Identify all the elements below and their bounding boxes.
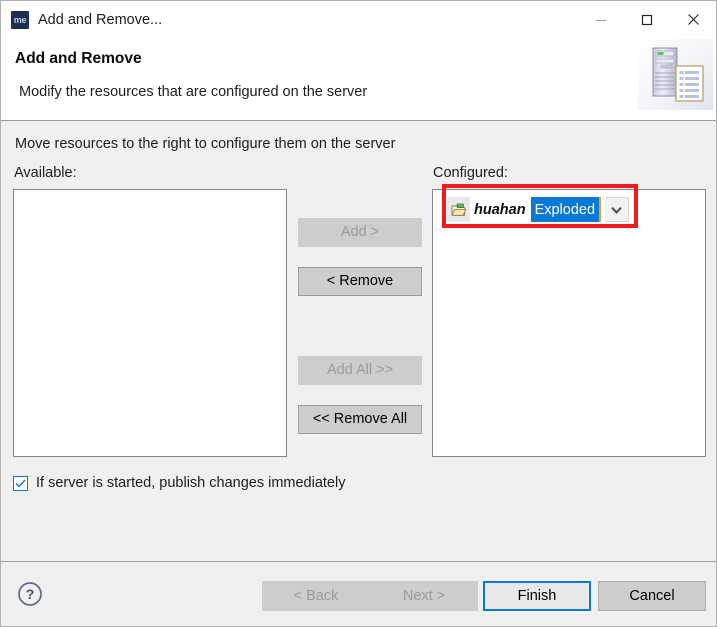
title-bar: me Add and Remove... (1, 1, 716, 38)
configured-label: Configured: (433, 165, 508, 181)
close-icon (687, 14, 699, 25)
cancel-button[interactable]: Cancel (598, 581, 706, 611)
deploy-mode-value[interactable]: Exploded (530, 197, 602, 222)
next-button[interactable]: Next > (370, 581, 478, 611)
window-controls (578, 1, 716, 38)
help-question-icon[interactable]: ? (17, 581, 43, 607)
back-button[interactable]: < Back (262, 581, 370, 611)
remove-all-button[interactable]: << Remove All (298, 405, 422, 434)
server-and-document-icon (638, 39, 713, 110)
publish-immediately-row[interactable]: If server is started, publish changes im… (13, 475, 345, 491)
publish-immediately-checkbox[interactable] (13, 475, 28, 491)
finish-button[interactable]: Finish (483, 581, 591, 611)
add-and-remove-dialog: me Add and Remove... Add and Remove Modi… (0, 0, 717, 627)
instruction-text: Move resources to the right to configure… (15, 136, 396, 152)
module-name: huahan (470, 197, 531, 222)
checkmark-icon (15, 479, 26, 488)
add-all-button[interactable]: Add All >> (298, 356, 422, 385)
remove-button[interactable]: < Remove (298, 267, 422, 296)
page-title: Add and Remove (15, 50, 142, 67)
minimize-icon (596, 19, 606, 21)
wizard-header: Add and Remove Modify the resources that… (1, 38, 716, 121)
deploy-mode-dropdown-button[interactable] (605, 197, 630, 222)
page-description: Modify the resources that are configured… (19, 84, 368, 100)
app-icon: me (11, 10, 29, 29)
publish-immediately-label: If server is started, publish changes im… (36, 475, 346, 491)
web-module-folder-icon (447, 197, 470, 222)
configured-list[interactable]: huahan Exploded (432, 189, 706, 457)
close-button[interactable] (670, 1, 716, 38)
dialog-footer: ? < Back Next > Finish Cancel (1, 561, 716, 626)
maximize-icon (641, 14, 653, 25)
dialog-body: Move resources to the right to configure… (1, 121, 716, 561)
svg-text:?: ? (26, 586, 35, 602)
minimize-button[interactable] (578, 1, 624, 38)
window-title: Add and Remove... (38, 11, 163, 28)
configured-item-row[interactable]: huahan Exploded (447, 197, 630, 222)
maximize-button[interactable] (624, 1, 670, 38)
add-button[interactable]: Add > (298, 218, 422, 247)
chevron-down-icon (611, 206, 622, 214)
available-label: Available: (14, 165, 77, 181)
available-list[interactable] (13, 189, 287, 457)
